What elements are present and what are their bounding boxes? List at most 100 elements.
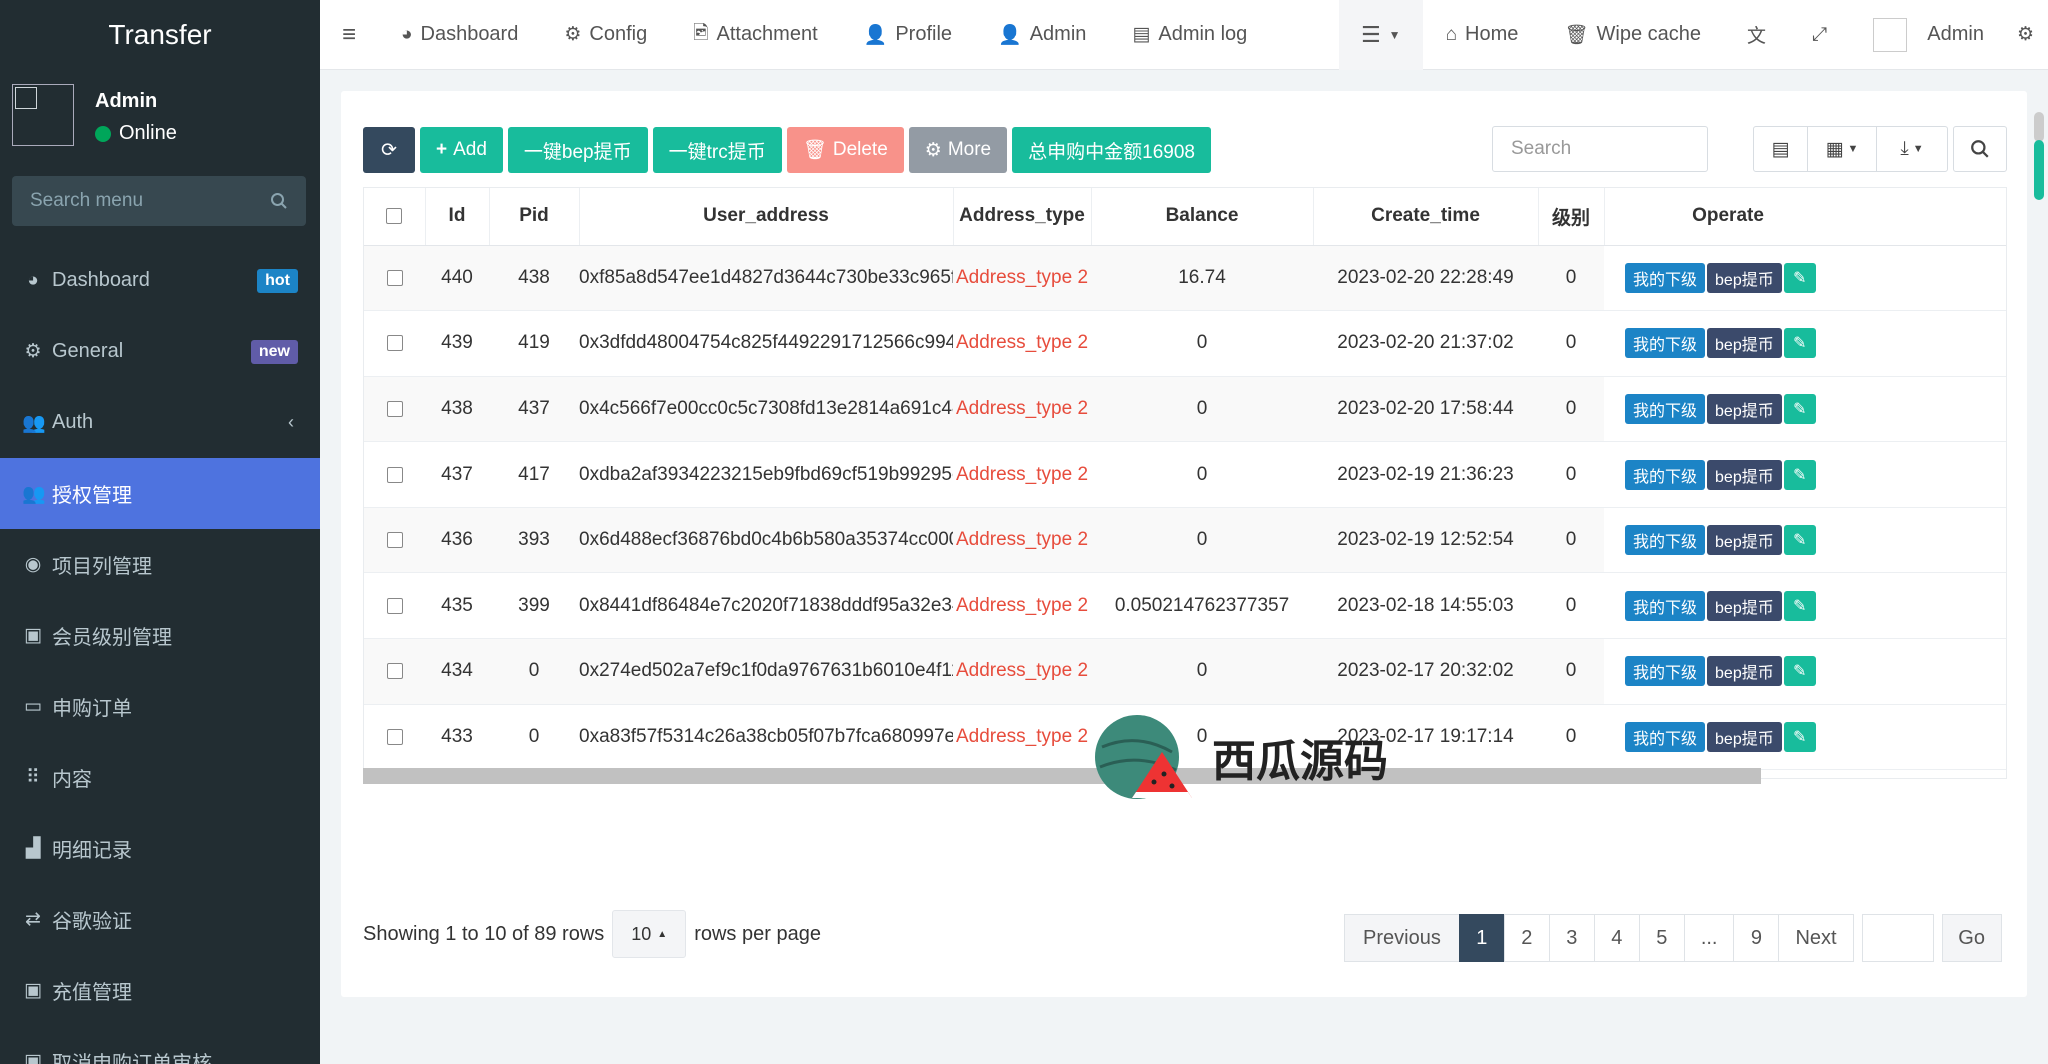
edit-button[interactable]: ✎ bbox=[1783, 393, 1816, 424]
sidebar-item-authorization[interactable]: 👥 授权管理 bbox=[0, 458, 320, 529]
home-link[interactable]: ⌂ Home bbox=[1423, 0, 1542, 70]
bep-withdraw-row-button[interactable]: bep提币 bbox=[1707, 590, 1782, 621]
row-select-cell[interactable] bbox=[364, 506, 425, 573]
table-row[interactable]: 438 437 0x4c566f7e00cc0c5c7308fd13e2814a69… bbox=[364, 375, 2006, 442]
table-row[interactable]: 439 419 0x3dfdd48004754c825f4492291712566c… bbox=[364, 310, 2006, 377]
wipe-cache-button[interactable]: 🗑 Wipe cache bbox=[1541, 0, 1724, 70]
row-checkbox[interactable] bbox=[386, 400, 403, 417]
more-button[interactable]: ⚙ More bbox=[908, 127, 1008, 173]
edit-button[interactable]: ✎ bbox=[1783, 525, 1816, 556]
page-scrollbar-thumb[interactable] bbox=[2034, 140, 2044, 200]
row-select-cell[interactable] bbox=[364, 441, 425, 508]
table-row[interactable]: 437 417 0xdba2af3934223215eb9fbd69cf519b99… bbox=[364, 441, 2006, 508]
bep-withdraw-row-button[interactable]: bep提币 bbox=[1707, 393, 1782, 424]
sidebar-item-recharge[interactable]: ▣ 充值管理 bbox=[0, 955, 320, 1026]
my-subordinates-button[interactable]: 我的下级 bbox=[1625, 656, 1706, 687]
page-3[interactable]: 3 bbox=[1548, 914, 1595, 962]
page-9[interactable]: 9 bbox=[1733, 914, 1780, 962]
total-amount-button[interactable]: 总申购中金额16908 bbox=[1012, 127, 1211, 173]
sidebar-item-orders[interactable]: ▭ 申购订单 bbox=[0, 671, 320, 742]
advanced-search-button[interactable] bbox=[1953, 126, 2007, 172]
bep-withdraw-row-button[interactable]: bep提币 bbox=[1707, 262, 1782, 293]
sidebar-item-content[interactable]: ⠿ 内容 bbox=[0, 742, 320, 813]
edit-button[interactable]: ✎ bbox=[1783, 656, 1816, 687]
table-search-input[interactable]: Search bbox=[1492, 126, 1708, 172]
toggle-view-button[interactable]: ▤ bbox=[1753, 126, 1808, 172]
table-row[interactable]: 436 393 0x6d488ecf36876bd0c4b6b580a35374cc… bbox=[364, 506, 2006, 573]
my-subordinates-button[interactable]: 我的下级 bbox=[1625, 393, 1706, 424]
row-checkbox[interactable] bbox=[386, 269, 403, 286]
edit-button[interactable]: ✎ bbox=[1783, 721, 1816, 752]
my-subordinates-button[interactable]: 我的下级 bbox=[1625, 328, 1706, 359]
edit-button[interactable]: ✎ bbox=[1783, 590, 1816, 621]
row-checkbox[interactable] bbox=[386, 663, 403, 680]
my-subordinates-button[interactable]: 我的下级 bbox=[1625, 459, 1706, 490]
page-2[interactable]: 2 bbox=[1503, 914, 1550, 962]
bep-withdraw-row-button[interactable]: bep提币 bbox=[1707, 721, 1782, 752]
page-jump-input[interactable] bbox=[1861, 914, 1934, 962]
page-1[interactable]: 1 bbox=[1458, 914, 1505, 962]
row-checkbox[interactable] bbox=[386, 532, 403, 549]
table-row[interactable]: 440 438 0xf85a8d547ee1d4827d3644c730be33c9… bbox=[364, 244, 2006, 311]
column-header-create-time[interactable]: Create_time bbox=[1313, 188, 1539, 246]
page-size-dropdown[interactable]: 10 ▲ bbox=[612, 910, 687, 958]
column-header-id[interactable]: Id bbox=[425, 188, 490, 246]
bep-withdraw-button[interactable]: 一键bep提币 bbox=[507, 127, 648, 173]
bep-withdraw-row-button[interactable]: bep提币 bbox=[1707, 656, 1782, 687]
page-previous[interactable]: Previous bbox=[1344, 914, 1460, 962]
row-checkbox[interactable] bbox=[386, 335, 403, 352]
my-subordinates-button[interactable]: 我的下级 bbox=[1625, 721, 1706, 752]
sidebar-search-input[interactable]: Search menu bbox=[12, 176, 306, 226]
edit-button[interactable]: ✎ bbox=[1783, 262, 1816, 293]
sidebar-item-member-levels[interactable]: ▣ 会员级别管理 bbox=[0, 600, 320, 671]
edit-button[interactable]: ✎ bbox=[1783, 328, 1816, 359]
sidebar-toggle-button[interactable]: ≡ bbox=[320, 0, 378, 70]
sidebar-item-dashboard[interactable]: ◕ Dashboard hot bbox=[0, 245, 320, 316]
sidebar-item-auth[interactable]: 👥 Auth ‹ bbox=[0, 387, 320, 458]
select-all-checkbox[interactable] bbox=[386, 208, 403, 225]
page-5[interactable]: 5 bbox=[1638, 914, 1685, 962]
tab-config[interactable]: ⚙ Config bbox=[541, 0, 670, 70]
column-header-pid[interactable]: Pid bbox=[489, 188, 580, 246]
refresh-button[interactable]: ⟳ bbox=[363, 127, 415, 173]
column-header-level[interactable]: 级别 bbox=[1538, 188, 1605, 246]
row-select-cell[interactable] bbox=[364, 638, 425, 705]
column-header-balance[interactable]: Balance bbox=[1091, 188, 1314, 246]
column-header-address-type[interactable]: Address_type bbox=[953, 188, 1092, 246]
add-button[interactable]: + Add bbox=[420, 127, 503, 173]
go-button[interactable]: Go bbox=[1941, 914, 2002, 962]
row-select-cell[interactable] bbox=[364, 310, 425, 377]
horizontal-scrollbar[interactable] bbox=[363, 768, 1761, 784]
tab-attachment[interactable]: 🖻 Attachment bbox=[670, 0, 840, 70]
tab-admin-log[interactable]: ▤ Admin log bbox=[1109, 0, 1270, 70]
search-icon[interactable] bbox=[270, 192, 288, 210]
columns-button[interactable]: ▦ ▼ bbox=[1807, 126, 1877, 172]
trc-withdraw-button[interactable]: 一键trc提币 bbox=[652, 127, 782, 173]
table-row[interactable]: 434 0 0x274ed502a7ef9c1f0da9767631b6010e4f… bbox=[364, 638, 2006, 705]
sidebar-item-google-auth[interactable]: ⇄ 谷歌验证 bbox=[0, 884, 320, 955]
brand-logo[interactable]: Transfer bbox=[0, 0, 320, 70]
tab-profile[interactable]: 👤 Profile bbox=[841, 0, 975, 70]
bep-withdraw-row-button[interactable]: bep提币 bbox=[1707, 525, 1782, 556]
page-scrollbar-track[interactable] bbox=[2034, 112, 2044, 142]
column-header-user-address[interactable]: User_address bbox=[579, 188, 954, 246]
row-select-cell[interactable] bbox=[364, 703, 425, 770]
edit-button[interactable]: ✎ bbox=[1783, 459, 1816, 490]
row-checkbox[interactable] bbox=[386, 597, 403, 614]
language-button[interactable]: 文 bbox=[1724, 0, 1789, 70]
bep-withdraw-row-button[interactable]: bep提币 bbox=[1707, 328, 1782, 359]
my-subordinates-button[interactable]: 我的下级 bbox=[1625, 262, 1706, 293]
row-select-cell[interactable] bbox=[364, 244, 425, 311]
row-select-cell[interactable] bbox=[364, 375, 425, 442]
sidebar-item-general[interactable]: ⚙ General new bbox=[0, 316, 320, 387]
sidebar-item-projects[interactable]: ◉ 项目列管理 bbox=[0, 529, 320, 600]
row-checkbox[interactable] bbox=[386, 466, 403, 483]
row-select-cell[interactable] bbox=[364, 572, 425, 639]
select-all-cell[interactable] bbox=[364, 188, 426, 246]
sidebar-item-records[interactable]: ▟ 明细记录 bbox=[0, 813, 320, 884]
row-checkbox[interactable] bbox=[386, 728, 403, 745]
export-button[interactable]: ⤓ ▼ bbox=[1876, 126, 1948, 172]
bep-withdraw-row-button[interactable]: bep提币 bbox=[1707, 459, 1782, 490]
fullscreen-button[interactable]: ⤢ bbox=[1789, 0, 1850, 70]
tab-admin[interactable]: 👤 Admin bbox=[975, 0, 1109, 70]
